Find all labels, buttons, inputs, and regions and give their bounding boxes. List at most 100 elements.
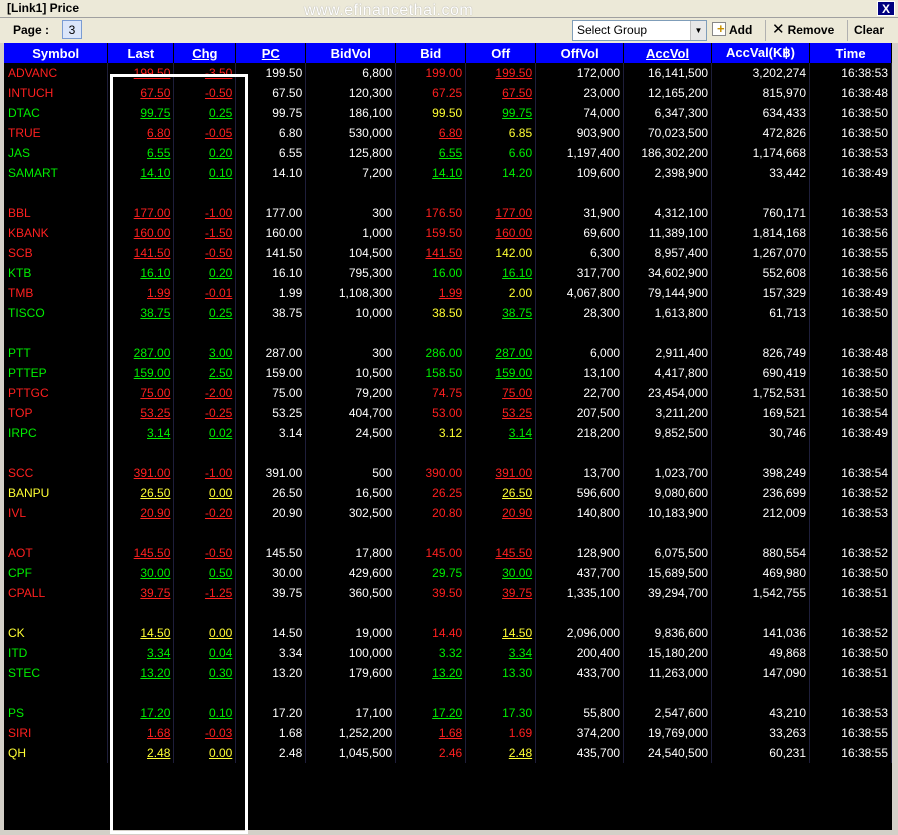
symbol-cell[interactable]: SCB	[4, 243, 109, 263]
table-row[interactable]: JAS 6.55 0.20 6.55 125,800 6.55 6.60 1,197,400 1…	[4, 143, 892, 163]
symbol-cell[interactable]: TOP	[4, 403, 109, 423]
symbol-cell[interactable]: INTUCH	[4, 83, 109, 103]
bidvol-cell: 1,252,200	[305, 723, 397, 743]
table-row[interactable]: CK 14.50 0.00 14.50 19,000 14.40 14.50 2,096,00…	[4, 623, 892, 643]
table-row[interactable]: STEC 13.20 0.30 13.20 179,600 13.20 13.30 433,7…	[4, 663, 892, 683]
add-button[interactable]: Add	[712, 20, 752, 39]
offvol-cell: 437,700	[535, 563, 625, 583]
group-select-dropdown[interactable]: Select Group ▼	[572, 20, 707, 41]
table-row-empty[interactable]	[4, 683, 892, 703]
table-row[interactable]: CPF 30.00 0.50 30.00 429,600 29.75 30.00 437,70…	[4, 563, 892, 583]
symbol-cell[interactable]: PTTEP	[4, 363, 109, 383]
symbol-cell[interactable]: SCC	[4, 463, 109, 483]
col-header-pc[interactable]: PC	[235, 43, 307, 63]
table-row[interactable]: IVL 20.90 -0.20 20.90 302,500 20.80 20.90 140,8…	[4, 503, 892, 523]
pc-cell: 38.75	[235, 303, 307, 323]
table-row[interactable]: SAMART 14.10 0.10 14.10 7,200 14.10 14.20 109,6…	[4, 163, 892, 183]
last-cell: 53.25	[107, 403, 175, 423]
symbol-cell[interactable]: CPALL	[4, 583, 109, 603]
symbol-cell[interactable]: PTT	[4, 343, 109, 363]
symbol-cell[interactable]: QH	[4, 743, 109, 763]
table-row[interactable]: CPALL 39.75 -1.25 39.75 360,500 39.50 39.75 1,3…	[4, 583, 892, 603]
accval-cell: 60,231	[711, 743, 810, 763]
remove-button[interactable]: ✕ Remove	[772, 21, 834, 39]
table-row[interactable]: TOP 53.25 -0.25 53.25 404,700 53.00 53.25 207,5…	[4, 403, 892, 423]
col-header-time[interactable]: Time	[809, 43, 892, 63]
time-cell: 16:38:50	[809, 643, 892, 663]
table-row[interactable]: BANPU 26.50 0.00 26.50 16,500 26.25 26.50 596,6…	[4, 483, 892, 503]
table-row[interactable]: QH 2.48 0.00 2.48 1,045,500 2.46 2.48 435,700 24…	[4, 743, 892, 763]
symbol-cell[interactable]: BBL	[4, 203, 109, 223]
bid-cell: 26.25	[395, 483, 467, 503]
symbol-cell[interactable]: PS	[4, 703, 109, 723]
symbol-cell[interactable]: ITD	[4, 643, 109, 663]
accval-cell: 472,826	[711, 123, 810, 143]
time-cell: 16:38:53	[809, 63, 892, 83]
table-row-empty[interactable]	[4, 603, 892, 623]
table-row[interactable]: KTB 16.10 0.20 16.10 795,300 16.00 16.10 317,70…	[4, 263, 892, 283]
symbol-cell[interactable]: TMB	[4, 283, 109, 303]
symbol-cell[interactable]: PTTGC	[4, 383, 109, 403]
table-row[interactable]: PTT 287.00 3.00 287.00 300 286.00 287.00 6,000 2…	[4, 343, 892, 363]
col-header-symbol[interactable]: Symbol	[4, 43, 109, 63]
table-row-empty[interactable]	[4, 443, 892, 463]
symbol-cell[interactable]: STEC	[4, 663, 109, 683]
symbol-cell[interactable]: IRPC	[4, 423, 109, 443]
symbol-cell[interactable]: SIRI	[4, 723, 109, 743]
table-row[interactable]: BBL 177.00 -1.00 177.00 300 176.50 177.00 31,90…	[4, 203, 892, 223]
symbol-cell[interactable]: SAMART	[4, 163, 109, 183]
col-header-accvol[interactable]: AccVol	[623, 43, 713, 63]
col-header-off[interactable]: Off	[465, 43, 537, 63]
last-cell: 6.80	[107, 123, 175, 143]
empty-cell	[711, 183, 810, 203]
last-cell: 1.68	[107, 723, 175, 743]
table-row[interactable]: SCC 391.00 -1.00 391.00 500 390.00 391.00 13,70…	[4, 463, 892, 483]
symbol-cell[interactable]: ADVANC	[4, 63, 109, 83]
table-row[interactable]: PS 17.20 0.10 17.20 17,100 17.20 17.30 55,800 2,…	[4, 703, 892, 723]
table-row[interactable]: PTTGC 75.00 -2.00 75.00 79,200 74.75 75.00 22,7…	[4, 383, 892, 403]
symbol-cell[interactable]: AOT	[4, 543, 109, 563]
symbol-cell[interactable]: IVL	[4, 503, 109, 523]
bid-cell: 67.25	[395, 83, 467, 103]
chg-cell: -0.01	[173, 283, 237, 303]
table-row[interactable]: SIRI 1.68 -0.03 1.68 1,252,200 1.68 1.69 374,20…	[4, 723, 892, 743]
symbol-cell[interactable]: TISCO	[4, 303, 109, 323]
col-header-bidvol[interactable]: BidVol	[305, 43, 397, 63]
empty-cell	[4, 323, 109, 343]
col-header-last[interactable]: Last	[107, 43, 175, 63]
table-row[interactable]: TRUE 6.80 -0.05 6.80 530,000 6.80 6.85 903,900 7…	[4, 123, 892, 143]
symbol-cell[interactable]: BANPU	[4, 483, 109, 503]
table-row[interactable]: IRPC 3.14 0.02 3.14 24,500 3.12 3.14 218,200 9,8…	[4, 423, 892, 443]
symbol-cell[interactable]: TRUE	[4, 123, 109, 143]
symbol-cell[interactable]: CK	[4, 623, 109, 643]
table-row[interactable]: TMB 1.99 -0.01 1.99 1,108,300 1.99 2.00 4,067,8…	[4, 283, 892, 303]
symbol-cell[interactable]: KBANK	[4, 223, 109, 243]
symbol-cell[interactable]: KTB	[4, 263, 109, 283]
close-button[interactable]: X	[877, 1, 895, 16]
col-header-chg[interactable]: Chg	[173, 43, 237, 63]
table-row[interactable]: DTAC 99.75 0.25 99.75 186,100 99.50 99.75 74,00…	[4, 103, 892, 123]
symbol-cell[interactable]: DTAC	[4, 103, 109, 123]
chevron-down-icon[interactable]: ▼	[690, 21, 706, 40]
symbol-cell[interactable]: CPF	[4, 563, 109, 583]
col-header-accval[interactable]: AccVal(K฿)	[711, 43, 810, 63]
table-row[interactable]: SCB 141.50 -0.50 141.50 104,500 141.50 142.00 6…	[4, 243, 892, 263]
table-row[interactable]: ADVANC 199.50 -3.50 199.50 6,800 199.00 199.50…	[4, 63, 892, 83]
col-header-bid[interactable]: Bid	[395, 43, 467, 63]
page-number-field[interactable]: 3	[62, 20, 82, 39]
symbol-cell[interactable]: JAS	[4, 143, 109, 163]
table-row-empty[interactable]	[4, 323, 892, 343]
table-row-empty[interactable]	[4, 183, 892, 203]
table-row[interactable]: INTUCH 67.50 -0.50 67.50 120,300 67.25 67.50 23…	[4, 83, 892, 103]
off-cell: 39.75	[465, 583, 537, 603]
bidvol-cell: 360,500	[305, 583, 397, 603]
time-cell: 16:38:50	[809, 563, 892, 583]
table-row[interactable]: KBANK 160.00 -1.50 160.00 1,000 159.50 160.00 6…	[4, 223, 892, 243]
table-row[interactable]: AOT 145.50 -0.50 145.50 17,800 145.00 145.50 12…	[4, 543, 892, 563]
table-row-empty[interactable]	[4, 523, 892, 543]
table-row[interactable]: ITD 3.34 0.04 3.34 100,000 3.32 3.34 200,400 15,…	[4, 643, 892, 663]
table-row[interactable]: TISCO 38.75 0.25 38.75 10,000 38.50 38.75 28,30…	[4, 303, 892, 323]
col-header-offvol[interactable]: OffVol	[535, 43, 625, 63]
table-row[interactable]: PTTEP 159.00 2.50 159.00 10,500 158.50 159.00 1…	[4, 363, 892, 383]
clear-button[interactable]: Clear	[854, 21, 884, 39]
